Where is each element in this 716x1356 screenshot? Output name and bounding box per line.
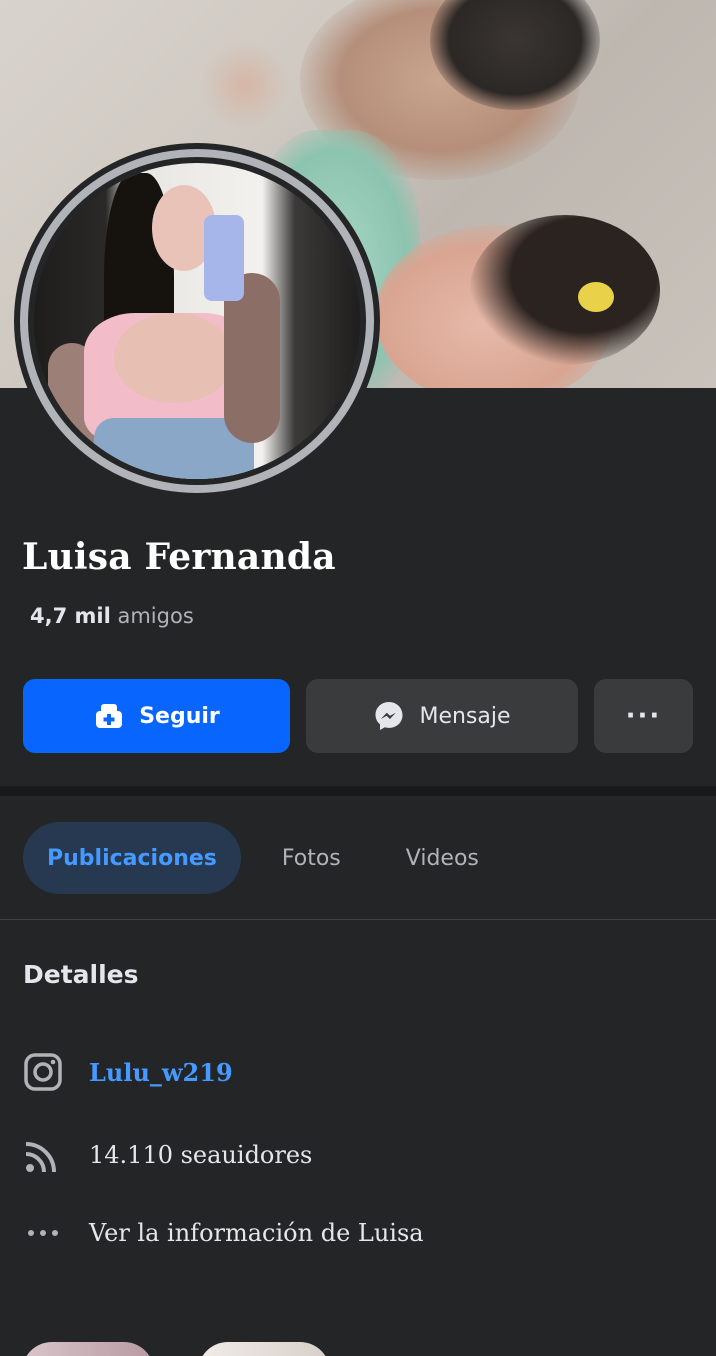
- profile-name: Luisa Fernanda: [22, 536, 336, 578]
- detail-more-info[interactable]: Ver la información de Luisa: [23, 1213, 424, 1253]
- profile-tabs: Publicaciones Fotos Videos: [23, 822, 520, 894]
- rss-icon: [23, 1135, 63, 1175]
- tabs-divider: [0, 919, 716, 920]
- avatar: [34, 163, 360, 479]
- details-heading: Detalles: [23, 960, 139, 989]
- instagram-link[interactable]: Lulu_w219: [89, 1058, 233, 1087]
- instagram-icon: [23, 1052, 63, 1092]
- section-divider: [0, 786, 716, 796]
- friends-number: 4,7 mil: [30, 604, 111, 628]
- tab-videos[interactable]: Videos: [382, 822, 503, 894]
- detail-instagram[interactable]: Lulu_w219: [23, 1052, 233, 1092]
- follow-label: Seguir: [139, 703, 220, 729]
- featured-photo-thumbnail[interactable]: [22, 1342, 154, 1356]
- detail-followers: 14.110 seauidores: [23, 1135, 312, 1175]
- follow-button[interactable]: Seguir: [23, 679, 290, 753]
- more-info-label: Ver la información de Luisa: [89, 1219, 424, 1247]
- tab-fotos[interactable]: Fotos: [258, 822, 365, 894]
- profile-picture[interactable]: [14, 143, 380, 499]
- messenger-icon: [373, 700, 405, 732]
- message-button[interactable]: Mensaje: [306, 679, 578, 753]
- featured-photo-thumbnail[interactable]: [198, 1342, 330, 1356]
- featured-photos: [22, 1342, 716, 1356]
- followers-count: 14.110 seauidores: [89, 1141, 313, 1169]
- more-options-button[interactable]: ···: [594, 679, 693, 753]
- ellipsis-icon: ···: [625, 701, 662, 731]
- friends-label: amigos: [117, 604, 194, 628]
- ellipsis-icon: [23, 1213, 63, 1253]
- tab-publicaciones[interactable]: Publicaciones: [23, 822, 241, 894]
- message-label: Mensaje: [419, 703, 511, 729]
- add-friend-icon: [93, 702, 125, 730]
- friends-count[interactable]: 4,7 mil amigos: [30, 604, 194, 628]
